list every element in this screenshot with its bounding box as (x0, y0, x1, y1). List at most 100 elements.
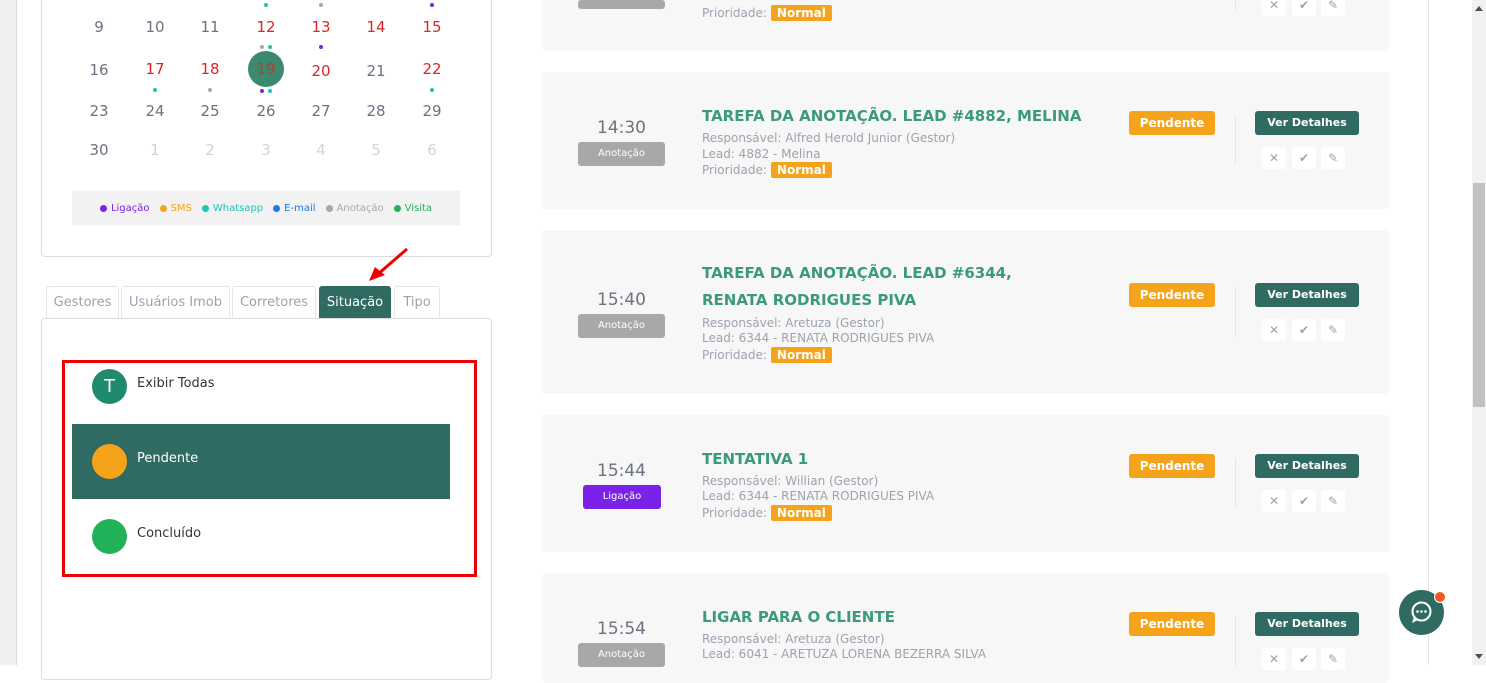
calendar-day[interactable]: 23 (79, 102, 119, 120)
calendar-day[interactable]: 9 (79, 18, 119, 36)
task-lead: Lead: 6344 - RENATA RODRIGUES PIVA (702, 331, 935, 345)
edit-task-button[interactable]: ✎ (1321, 490, 1345, 512)
task-card: 15:40 Anotação TAREFA DA ANOTAÇÃO. LEAD … (542, 230, 1389, 394)
calendar-day[interactable]: 2 (190, 141, 230, 159)
calendar-day[interactable]: 4 (301, 141, 341, 159)
task-type-badge: Anotação (578, 142, 665, 166)
calendar-day[interactable]: 12 (246, 18, 286, 36)
edit-task-button[interactable]: ✎ (1321, 147, 1345, 169)
calendar-day[interactable]: 17 (135, 60, 175, 78)
calendar-day[interactable]: 5 (356, 141, 396, 159)
ligacao-dot-icon (99, 204, 107, 212)
calendar-day[interactable]: 27 (301, 102, 341, 120)
task-type-badge: Anotação (578, 643, 665, 667)
cancel-task-button[interactable]: ✕ (1262, 0, 1286, 16)
calendar-day[interactable]: 28 (356, 102, 396, 120)
calendar-day[interactable]: 3 (246, 141, 286, 159)
status-badge: Pendente (1129, 612, 1215, 636)
task-title[interactable]: TENTATIVA 1 (702, 446, 1082, 473)
scrollbar-thumb[interactable] (1473, 183, 1485, 407)
calendar-day[interactable]: 24 (135, 102, 175, 120)
legend-anotacao: Anotação (325, 203, 384, 214)
calendar-day[interactable]: 16 (79, 61, 119, 79)
divider (1235, 0, 1236, 10)
tab-gestores[interactable]: Gestores (46, 286, 119, 318)
calendar-day[interactable]: 20 (301, 62, 341, 80)
sms-dot-icon (159, 204, 167, 212)
task-card: 15:54 Anotação LIGAR PARA O CLIENTE Resp… (542, 573, 1389, 683)
calendar-day[interactable]: 10 (135, 18, 175, 36)
status-badge: Pendente (1129, 283, 1215, 307)
task-time: 15:44 (597, 461, 646, 481)
task-lead: Lead: 4882 - Melina (702, 147, 821, 161)
legend-ligacao: Ligação (99, 203, 150, 214)
calendar-day[interactable]: 25 (190, 102, 230, 120)
ver-detalhes-button[interactable]: Ver Detalhes (1255, 612, 1359, 636)
event-dot (319, 45, 323, 49)
task-time: 15:54 (597, 619, 646, 639)
ver-detalhes-button[interactable]: Ver Detalhes (1255, 111, 1359, 135)
event-dot (208, 88, 212, 92)
anotacao-dot-icon (325, 204, 333, 212)
calendar-day[interactable]: 22 (412, 60, 452, 78)
task-title[interactable]: LIGAR PARA O CLIENTE (702, 604, 1082, 631)
tab-situacao[interactable]: Situação (319, 286, 391, 318)
calendar-day[interactable]: 30 (79, 141, 119, 159)
calendar-legend: Ligação SMS Whatsapp E-mail Anotação Vis… (72, 191, 460, 225)
complete-task-button[interactable]: ✔ (1292, 147, 1316, 169)
status-badge: Pendente (1129, 454, 1215, 478)
event-dot (430, 88, 434, 92)
cancel-task-button[interactable]: ✕ (1262, 319, 1286, 341)
legend-sms: SMS (159, 203, 192, 214)
ver-detalhes-button[interactable]: Ver Detalhes (1255, 454, 1359, 478)
complete-task-button[interactable]: ✔ (1292, 648, 1316, 670)
event-dot (430, 3, 434, 7)
task-title[interactable]: TAREFA DA ANOTAÇÃO. LEAD #6344, RENATA R… (702, 260, 1082, 314)
edit-task-button[interactable]: ✎ (1321, 648, 1345, 670)
complete-task-button[interactable]: ✔ (1292, 319, 1316, 341)
task-responsavel: Responsável: Aretuza (Gestor) (702, 316, 885, 330)
cancel-task-button[interactable]: ✕ (1262, 147, 1286, 169)
cancel-task-button[interactable]: ✕ (1262, 648, 1286, 670)
task-card: 15:44 Ligação TENTATIVA 1 Responsável: W… (542, 415, 1389, 552)
calendar-day[interactable]: 26 (246, 102, 286, 120)
calendar-day[interactable]: 1 (135, 141, 175, 159)
complete-task-button[interactable]: ✔ (1292, 490, 1316, 512)
status-badge: Pendente (1129, 111, 1215, 135)
calendar-day[interactable]: 14 (356, 18, 396, 36)
calendar-day[interactable]: 18 (190, 60, 230, 78)
calendar-day[interactable]: 29 (412, 102, 452, 120)
task-title[interactable]: TAREFA DA ANOTAÇÃO. LEAD #4882, MELINA (702, 103, 1082, 130)
cancel-task-button[interactable]: ✕ (1262, 490, 1286, 512)
event-dot (260, 89, 264, 93)
whatsapp-dot-icon (201, 204, 209, 212)
legend-whatsapp: Whatsapp (201, 203, 263, 214)
divider (1235, 616, 1236, 666)
tab-usuarios-imob[interactable]: Usuários Imob (121, 286, 230, 318)
event-dot (153, 88, 157, 92)
ver-detalhes-button[interactable]: Ver Detalhes (1255, 283, 1359, 307)
task-time: 15:40 (597, 290, 646, 310)
divider (1235, 115, 1236, 165)
tab-corretores[interactable]: Corretores (232, 286, 316, 318)
calendar-day[interactable]: 11 (190, 18, 230, 36)
complete-task-button[interactable]: ✔ (1292, 0, 1316, 16)
calendar-day[interactable]: 13 (301, 18, 341, 36)
event-dot (319, 3, 323, 7)
edit-task-button[interactable]: ✎ (1321, 319, 1345, 341)
calendar-day-today[interactable]: 19 (246, 60, 286, 78)
event-dot (268, 89, 272, 93)
tab-tipo[interactable]: Tipo (394, 286, 440, 318)
scroll-up-icon[interactable] (1475, 6, 1483, 11)
scroll-down-icon[interactable] (1475, 654, 1483, 659)
calendar-day[interactable]: 21 (356, 62, 396, 80)
task-priority: Prioridade: Normal (702, 162, 832, 178)
task-responsavel: Responsável: Alfred Herold Junior (Gesto… (702, 131, 956, 145)
legend-visita: Visita (393, 203, 432, 214)
task-card: Prioridade: Normal ✕ ✔ ✎ (542, 0, 1389, 51)
notification-dot (1434, 591, 1446, 603)
calendar-day[interactable]: 15 (412, 18, 452, 36)
task-priority: Prioridade: Normal (702, 505, 832, 521)
calendar-day[interactable]: 6 (412, 141, 452, 159)
edit-task-button[interactable]: ✎ (1321, 0, 1345, 16)
